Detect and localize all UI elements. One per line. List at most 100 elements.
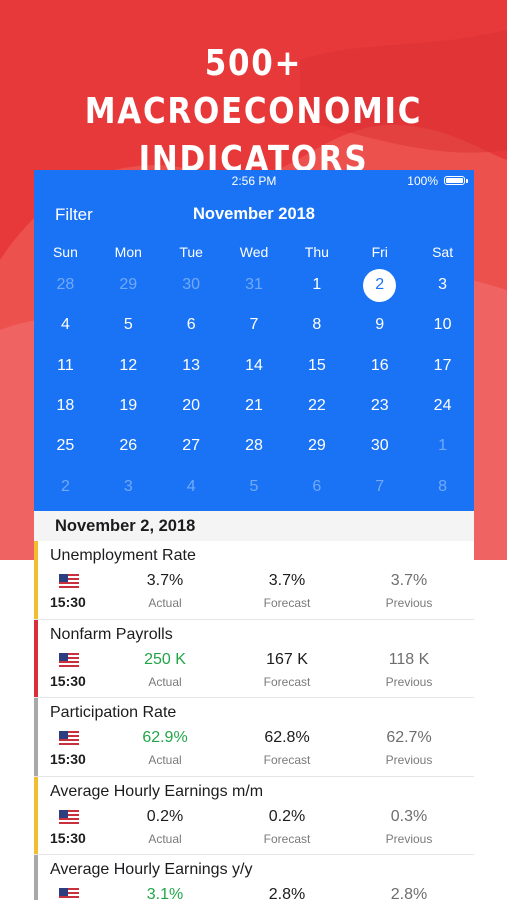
calendar-day[interactable]: 3	[411, 265, 474, 305]
previous-label: Previous	[385, 831, 433, 846]
battery-icon	[444, 176, 465, 185]
calendar-day-selected[interactable]: 2	[348, 265, 411, 305]
event-row[interactable]: Average Hourly Earnings m/m 15:30 0.2% Actu…	[34, 776, 474, 855]
us-flag-icon	[59, 574, 79, 588]
weekday-label: Wed	[239, 244, 269, 260]
forecast-value: 0.2%	[268, 807, 306, 825]
actual-value: 3.7%	[146, 572, 184, 589]
phone-screen: 2:56 PM 100% Filter November 2018 Sun Mon…	[34, 170, 474, 900]
importance-bar	[34, 541, 38, 619]
calendar-day[interactable]: 11	[34, 346, 97, 386]
event-row[interactable]: Average Hourly Earnings y/y3.1%Actual2.8…	[34, 855, 474, 900]
actual-value: 0.2%	[146, 807, 184, 825]
calendar-day[interactable]: 18	[34, 386, 97, 426]
calendar-day[interactable]: 28	[223, 426, 286, 466]
calendar-day[interactable]: 24	[411, 386, 474, 426]
calendar-day[interactable]: 22	[285, 386, 348, 426]
event-name: Nonfarm Payrolls	[50, 625, 173, 643]
calendar-day[interactable]: 3	[97, 466, 160, 506]
calendar-week-row: 28 29 30 31 1 2 3	[34, 265, 474, 305]
calendar-week-row: 18 19 20 21 22 23 24	[34, 386, 474, 426]
calendar-day[interactable]: 4	[34, 305, 97, 345]
forecast-value: 3.7%	[268, 572, 306, 589]
calendar-day[interactable]: 7	[348, 466, 411, 506]
forecast-value: 2.8%	[268, 886, 306, 900]
event-list: Unemployment Rate 15:30 3.7% Actual 3.7% Fore…	[34, 541, 474, 900]
calendar-day[interactable]: 5	[97, 305, 160, 345]
calendar-day[interactable]: 5	[223, 466, 286, 506]
calendar-day[interactable]: 8	[285, 305, 348, 345]
calendar-day[interactable]: 19	[97, 386, 160, 426]
calendar-day[interactable]: 10	[411, 305, 474, 345]
calendar-week-row: 25 26 27 28 29 30 1	[34, 426, 474, 466]
calendar-day[interactable]: 1	[285, 265, 348, 305]
weekday-label: Tue	[179, 244, 203, 260]
calendar-day[interactable]: 28	[34, 265, 97, 305]
calendar-day[interactable]: 2	[34, 466, 97, 506]
calendar-day[interactable]: 7	[223, 305, 286, 345]
weekday-label: Mon	[114, 244, 142, 260]
calendar-day[interactable]: 4	[160, 466, 223, 506]
weekday-header: Sun Mon Tue Wed Thu Fri Sat	[34, 244, 474, 260]
headline-line-1: 500+ MACROECONOMIC	[84, 43, 423, 132]
calendar-day[interactable]: 17	[411, 346, 474, 386]
previous-value: 62.7%	[386, 729, 432, 746]
actual-value: 250 K	[144, 650, 186, 668]
calendar-day[interactable]: 12	[97, 346, 160, 386]
selected-date-header: November 2, 2018	[34, 511, 474, 541]
calendar-week-row: 4 5 6 7 8 9 10	[34, 305, 474, 345]
previous-value: 3.7%	[390, 572, 428, 589]
event-name: Average Hourly Earnings y/y	[50, 861, 253, 878]
calendar-day[interactable]: 30	[160, 265, 223, 305]
calendar-day[interactable]: 14	[223, 346, 286, 386]
previous-label: Previous	[385, 596, 433, 610]
calendar-day[interactable]: 16	[348, 346, 411, 386]
calendar-day[interactable]: 8	[411, 466, 474, 506]
calendar-day[interactable]: 29	[285, 426, 348, 466]
event-time: 15:30	[50, 672, 86, 689]
calendar-day[interactable]: 23	[348, 386, 411, 426]
event-row[interactable]: Participation Rate 15:30 62.9% Actual 62.8% F…	[34, 698, 474, 777]
weekday-label: Thu	[304, 244, 329, 260]
battery-cap-icon	[466, 179, 468, 183]
calendar-day[interactable]: 6	[285, 466, 348, 506]
previous-value: 2.8%	[390, 886, 428, 900]
actual-label: Actual	[148, 596, 182, 610]
calendar-week-row: 2345678	[34, 466, 474, 506]
event-row[interactable]: Unemployment Rate 15:30 3.7% Actual 3.7% Fore…	[34, 541, 474, 620]
forecast-label: Forecast	[263, 674, 311, 689]
us-flag-icon	[59, 731, 79, 745]
actual-label: Actual	[148, 753, 182, 767]
calendar-day[interactable]: 15	[285, 346, 348, 386]
event-name: Unemployment Rate	[50, 547, 196, 564]
calendar-day[interactable]: 20	[160, 386, 223, 426]
calendar-day[interactable]: 9	[348, 305, 411, 345]
forecast-label: Forecast	[263, 596, 311, 610]
actual-value: 62.9%	[142, 729, 188, 746]
calendar-day[interactable]: 6	[160, 305, 223, 345]
calendar-day[interactable]: 30	[348, 426, 411, 466]
calendar-day[interactable]: 1	[411, 426, 474, 466]
calendar-day[interactable]: 31	[223, 265, 286, 305]
weekday-label: Sat	[432, 244, 454, 260]
us-flag-icon	[59, 652, 79, 667]
forecast-value: 62.8%	[264, 729, 310, 746]
event-row[interactable]: Nonfarm Payrolls 15:30 250 K Actual 167 K For…	[34, 619, 474, 698]
actual-label: Actual	[148, 674, 182, 689]
previous-label: Previous	[385, 674, 433, 689]
importance-bar	[34, 698, 38, 776]
calendar-day[interactable]: 25	[34, 426, 97, 466]
calendar-day[interactable]: 13	[160, 346, 223, 386]
calendar-day[interactable]: 26	[97, 426, 160, 466]
calendar-grid: 28 29 30 31 1 2 3 4 5 6 7 8 9 10 11 12 13 14 15 16 17 18 19 20 2…	[34, 265, 474, 507]
calendar-day[interactable]: 29	[97, 265, 160, 305]
calendar-panel: 2:56 PM 100% Filter November 2018 Sun Mon…	[34, 170, 474, 511]
month-title: November 2018	[193, 205, 315, 223]
battery-percentage: 100%	[407, 174, 438, 188]
previous-value: 118 K	[388, 650, 430, 668]
us-flag-icon	[59, 809, 79, 824]
actual-label: Actual	[148, 831, 182, 846]
calendar-day[interactable]: 21	[223, 386, 286, 426]
previous-label: Previous	[385, 753, 433, 767]
calendar-day[interactable]: 27	[160, 426, 223, 466]
